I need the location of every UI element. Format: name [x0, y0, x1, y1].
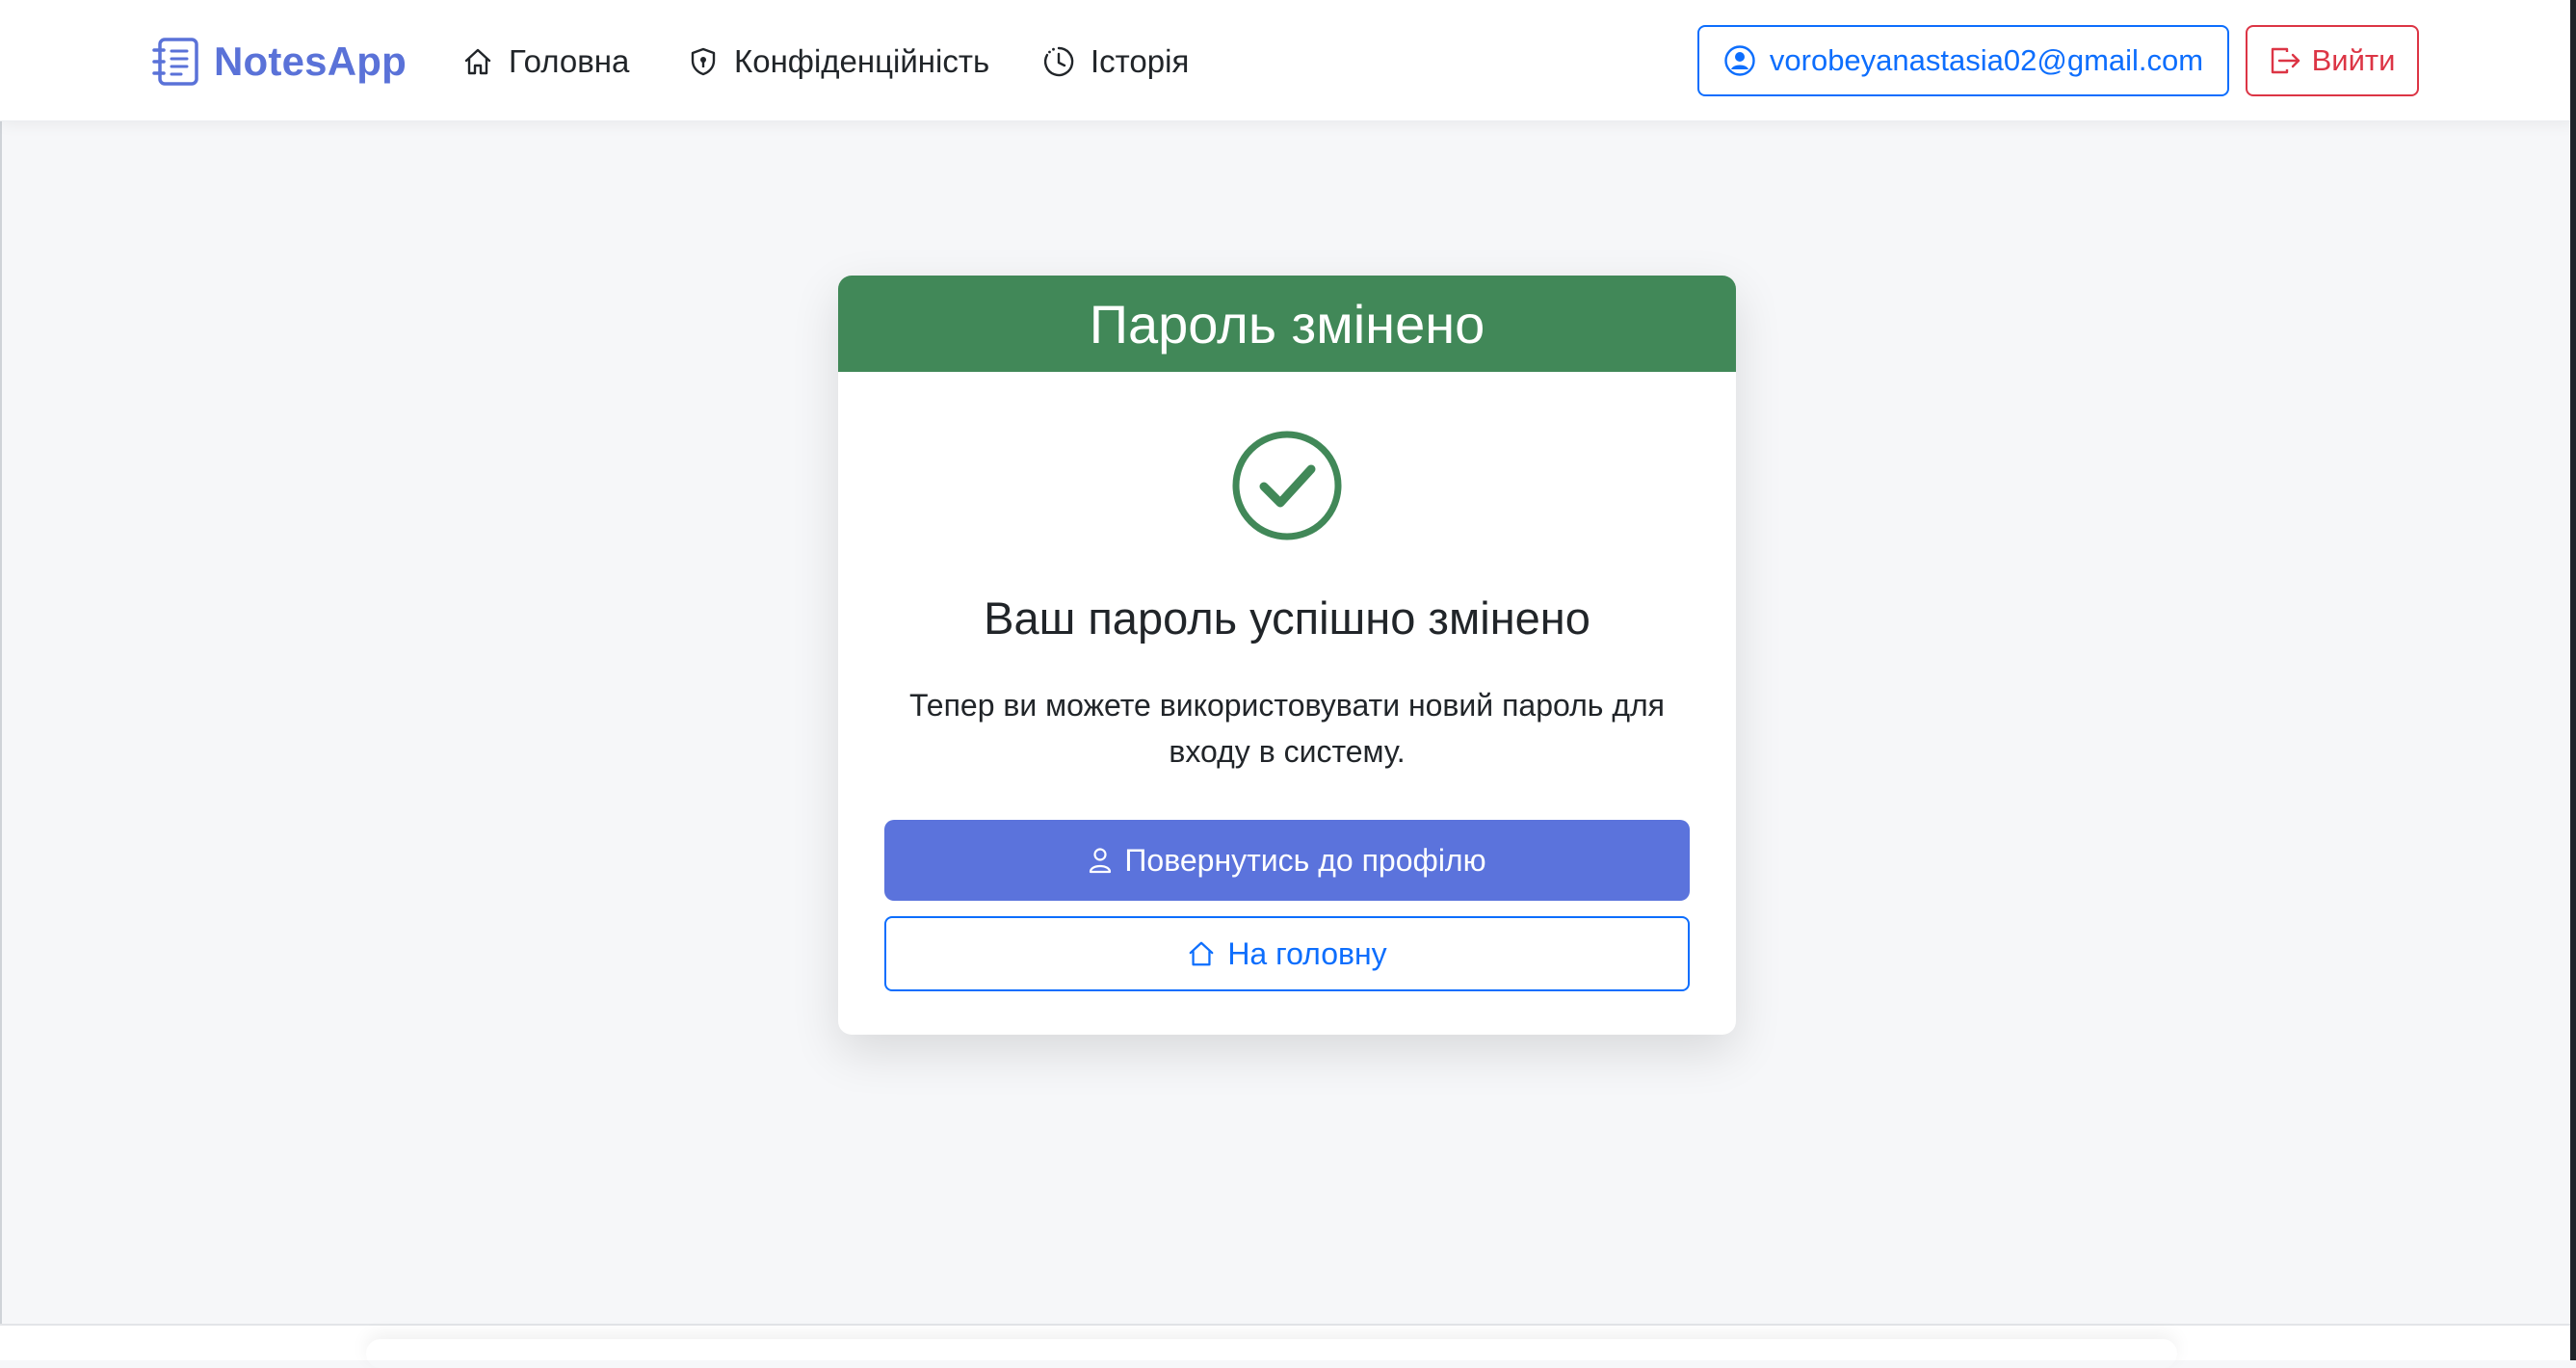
password-changed-card: Пароль змінено Ваш пароль успішно змінен… — [838, 276, 1736, 1035]
user-email: vorobeyanastasia02@gmail.com — [1769, 43, 2204, 77]
nav-link-privacy[interactable]: Конфіденційність — [688, 37, 989, 87]
nav-link-home[interactable]: Головна — [462, 37, 629, 87]
nav-link-history[interactable]: Історія — [1042, 37, 1189, 87]
success-title: Ваш пароль успішно змінено — [984, 592, 1590, 644]
logout-button[interactable]: Вийти — [2246, 25, 2419, 96]
go-home-label: На головну — [1227, 935, 1387, 971]
navbar: NotesApp Головна Конфіденційність Історі… — [0, 0, 2576, 121]
nav-link-privacy-label: Конфіденційність — [734, 43, 990, 79]
brand-name: NotesApp — [214, 39, 407, 84]
shield-icon — [691, 47, 716, 76]
logout-label: Вийти — [2311, 43, 2396, 77]
nav-link-home-label: Головна — [509, 43, 630, 79]
clock-history-icon — [1043, 46, 1074, 77]
footer — [0, 1324, 2570, 1360]
check-circle-icon — [1232, 431, 1342, 540]
person-icon — [1090, 848, 1112, 874]
back-to-profile-label: Повернутись до профілю — [1124, 842, 1486, 878]
brand-link[interactable]: NotesApp — [152, 37, 407, 87]
person-circle-icon — [1724, 45, 1755, 76]
nav-link-history-label: Історія — [1091, 43, 1190, 79]
back-to-profile-button[interactable]: Повернутись до профілю — [884, 820, 1690, 901]
success-message: Тепер ви можете використовувати новий па… — [909, 688, 1665, 769]
card-header: Пароль змінено — [838, 276, 1736, 372]
window-left-border — [0, 0, 2, 1360]
home-icon — [1189, 941, 1214, 966]
home-icon — [464, 48, 491, 75]
journal-text-icon — [152, 38, 198, 86]
go-home-button[interactable]: На головну — [884, 916, 1690, 991]
profile-button[interactable]: vorobeyanastasia02@gmail.com — [1697, 25, 2229, 96]
footer-shadow — [366, 1339, 2177, 1368]
window-right-edge — [2570, 0, 2576, 1360]
box-arrow-right-icon — [2271, 47, 2300, 74]
